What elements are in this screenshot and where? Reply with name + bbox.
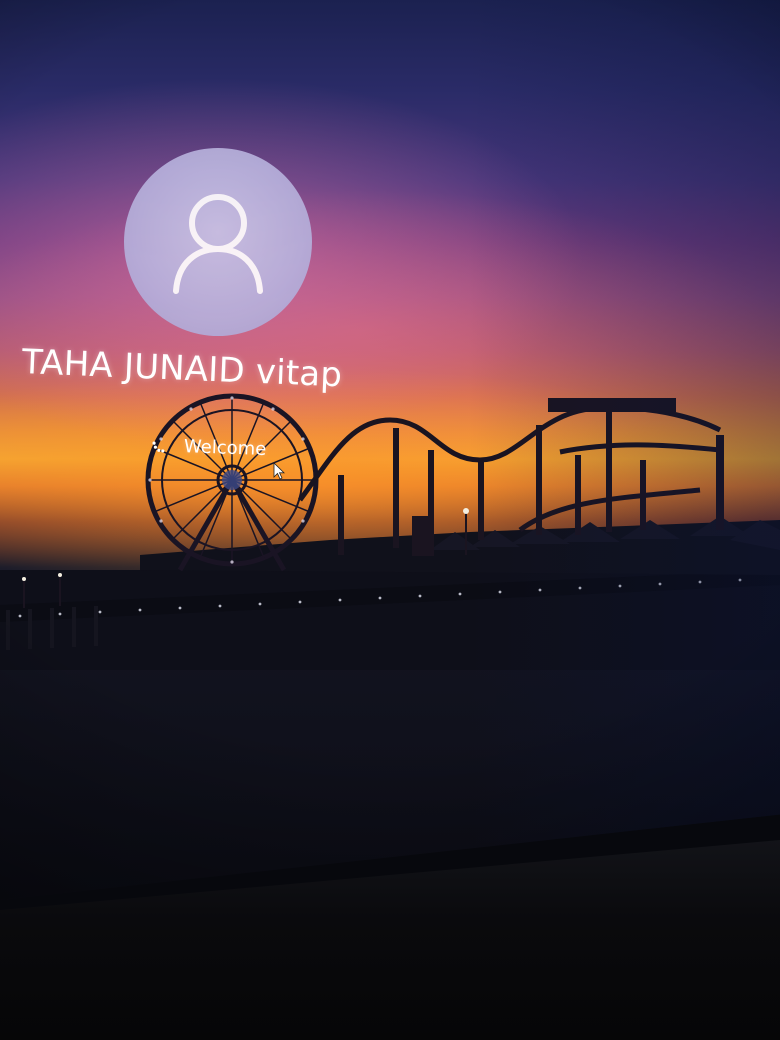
mouse-pointer-icon (273, 462, 285, 480)
photo-of-monitor: TAHA JUNAID vitap Welcome (0, 0, 780, 1040)
loading-spinner-icon (152, 441, 165, 453)
welcome-status-text: Welcome (183, 435, 267, 460)
user-avatar[interactable] (124, 148, 312, 336)
sign-in-status: Welcome (150, 432, 267, 462)
screen-vignette (0, 0, 780, 900)
user-silhouette-icon (173, 194, 263, 294)
